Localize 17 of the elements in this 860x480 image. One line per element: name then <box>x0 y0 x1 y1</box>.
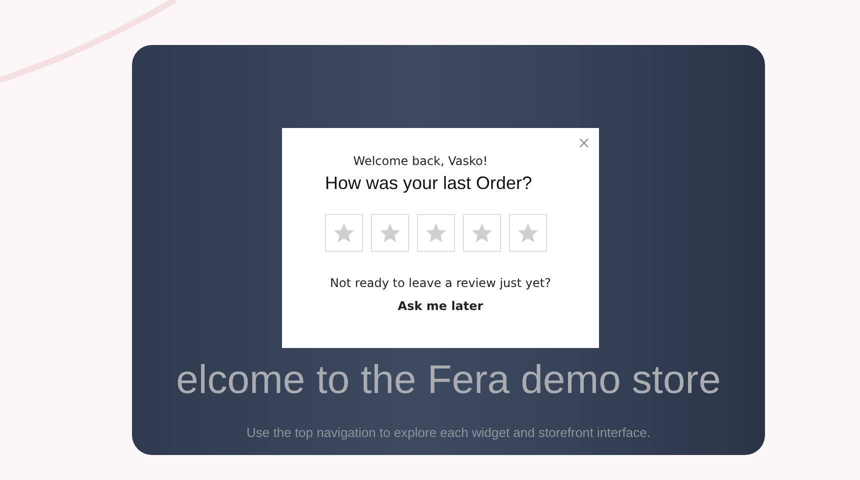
close-icon[interactable] <box>579 138 589 148</box>
star-icon <box>516 222 538 244</box>
star-button[interactable] <box>324 214 362 252</box>
ask-later-link[interactable]: Ask me later <box>398 299 484 313</box>
star-icon <box>332 222 354 244</box>
star-button[interactable] <box>508 214 546 252</box>
star-icon <box>424 222 446 244</box>
star-button[interactable] <box>416 214 454 252</box>
hero-subtitle: Use the top navigation to explore each widget and storefront interface. <box>246 425 650 440</box>
star-icon <box>470 222 492 244</box>
hero-title: elcome to the Fera demo store <box>176 358 721 403</box>
star-icon <box>378 222 400 244</box>
star-button[interactable] <box>370 214 408 252</box>
star-button[interactable] <box>462 214 500 252</box>
prompt-text: Not ready to leave a review just yet? <box>330 276 551 290</box>
greeting-text: Welcome back, Vasko! <box>353 154 488 168</box>
question-heading: How was your last Order? <box>324 173 532 194</box>
